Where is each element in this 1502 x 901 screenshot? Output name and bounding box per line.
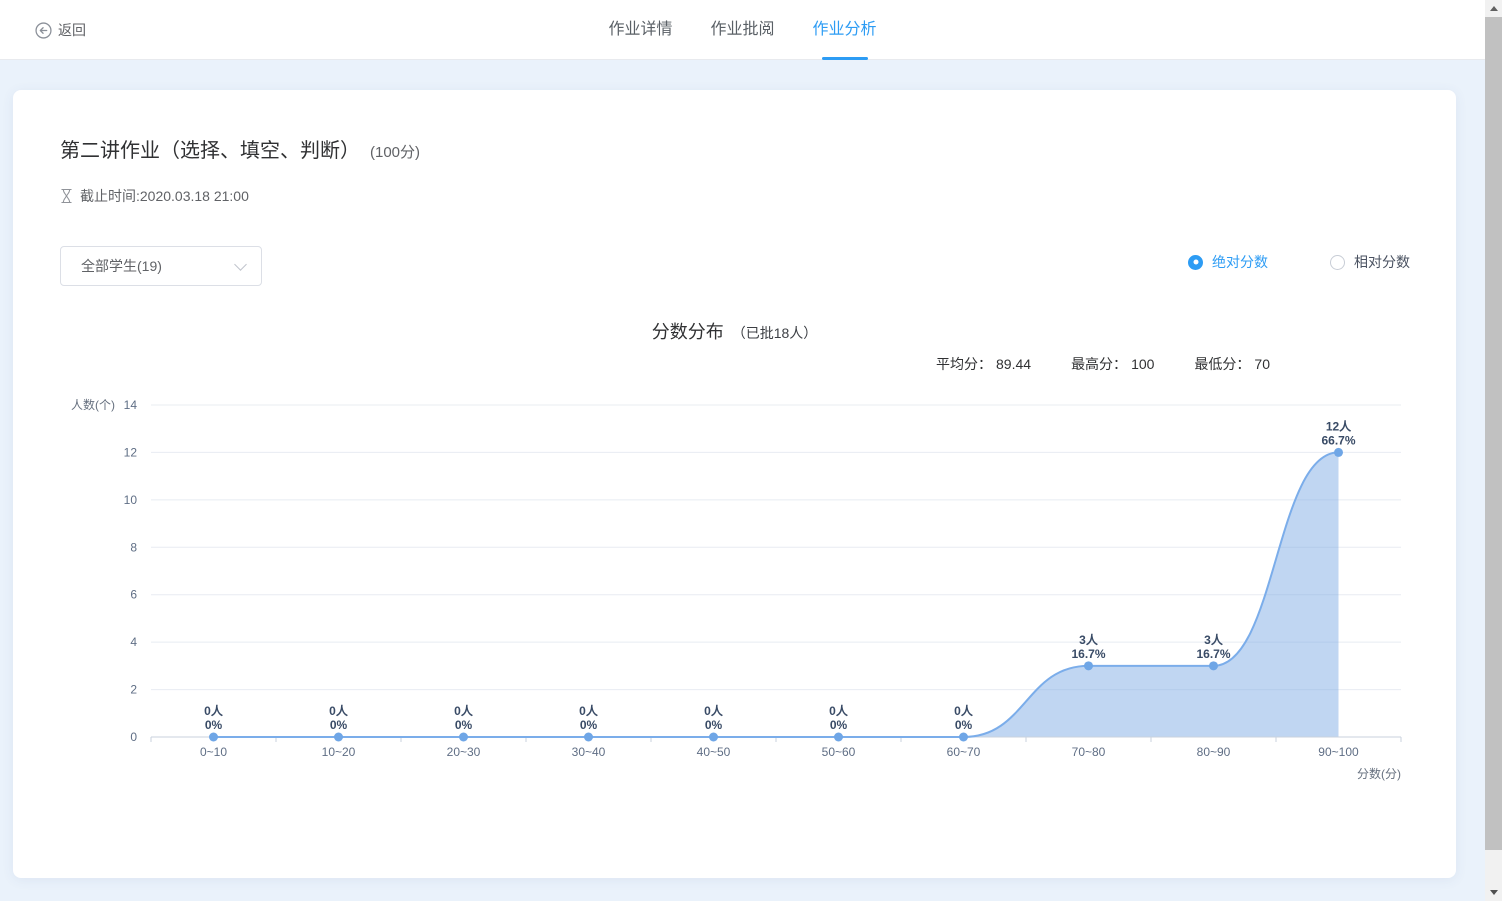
svg-text:0%: 0% [830,718,848,732]
chart-title-row: 分数分布 （已批18人） [13,318,1456,344]
svg-text:人数(个): 人数(个) [71,397,115,412]
svg-text:6: 6 [130,588,137,602]
scrollbar-thumb[interactable] [1485,17,1502,850]
svg-text:8: 8 [130,540,137,554]
deadline-row: 截止时间:2020.03.18 21:00 [60,186,249,206]
active-tab-underline [822,57,868,60]
svg-text:80~90: 80~90 [1197,745,1231,759]
svg-text:20~30: 20~30 [447,745,481,759]
svg-text:10~20: 10~20 [322,745,356,759]
radio-absolute-score[interactable]: 绝对分数 [1188,252,1268,272]
radio-unselected-icon [1330,255,1345,270]
svg-text:30~40: 30~40 [572,745,606,759]
stat-highest: 最高分：100 [1071,354,1154,374]
analysis-card: 第二讲作业（选择、填空、判断） (100分) 截止时间:2020.03.18 2… [13,90,1456,878]
svg-text:14: 14 [124,398,138,412]
radio-selected-icon [1188,255,1203,270]
chevron-down-icon [234,258,247,271]
svg-text:40~50: 40~50 [697,745,731,759]
stat-average: 平均分：89.44 [936,354,1031,374]
triangle-up-icon [1490,6,1498,11]
score-distribution-chart: 0 2 4 6 8 10 12 14 0~10 10~20 20~30 30~40 40~50 50~60… [41,390,1433,790]
svg-text:4: 4 [130,635,137,649]
chart-title: 分数分布 [652,322,724,342]
triangle-down-icon [1490,890,1498,895]
svg-text:0%: 0% [455,718,473,732]
svg-text:66.7%: 66.7% [1321,433,1355,447]
svg-text:60~70: 60~70 [947,745,981,759]
svg-text:12: 12 [124,445,138,459]
svg-text:2: 2 [130,683,137,697]
svg-text:0人: 0人 [454,703,474,718]
scrollbar-up-arrow[interactable] [1485,0,1502,17]
deadline-text: 截止时间:2020.03.18 21:00 [80,186,249,206]
svg-text:50~60: 50~60 [822,745,856,759]
svg-text:0%: 0% [205,718,223,732]
scrollbar-down-arrow[interactable] [1485,884,1502,901]
svg-text:0%: 0% [955,718,973,732]
svg-text:0%: 0% [580,718,598,732]
radio-relative-score[interactable]: 相对分数 [1330,252,1410,272]
svg-text:12人: 12人 [1326,418,1352,433]
svg-text:0人: 0人 [954,703,974,718]
svg-text:0人: 0人 [704,703,724,718]
svg-text:70~80: 70~80 [1072,745,1106,759]
nav-tabs: 作业详情 作业批阅 作业分析 [0,0,1485,60]
tab-homework-analysis[interactable]: 作业分析 [813,0,877,60]
stat-lowest: 最低分：70 [1194,354,1270,374]
student-filter-value: 全部学生(19) [61,256,236,276]
tab-homework-review[interactable]: 作业批阅 [710,0,774,60]
svg-text:0人: 0人 [329,703,349,718]
hourglass-icon [60,188,73,204]
svg-text:3人: 3人 [1079,632,1099,647]
assignment-total-score: (100分) [370,141,420,162]
svg-text:分数(分): 分数(分) [1357,766,1401,781]
score-stats-row: 平均分：89.44 最高分：100 最低分：70 [936,354,1270,374]
svg-text:0~10: 0~10 [200,745,227,759]
score-mode-radio-group: 绝对分数 相对分数 [1188,252,1410,272]
svg-text:0: 0 [130,730,137,744]
assignment-title-text: 第二讲作业（选择、填空、判断） [60,134,360,163]
student-filter-select[interactable]: 全部学生(19) [60,246,262,286]
svg-text:0人: 0人 [204,703,224,718]
svg-text:3人: 3人 [1204,632,1224,647]
svg-text:0人: 0人 [829,703,849,718]
svg-text:0%: 0% [330,718,348,732]
tab-homework-detail[interactable]: 作业详情 [608,0,672,60]
svg-text:90~100: 90~100 [1318,745,1359,759]
svg-text:10: 10 [124,493,138,507]
svg-text:16.7%: 16.7% [1196,647,1230,661]
svg-text:0人: 0人 [579,703,599,718]
page-scrollbar[interactable] [1485,0,1502,901]
svg-text:16.7%: 16.7% [1071,647,1105,661]
assignment-title: 第二讲作业（选择、填空、判断） (100分) [60,134,420,163]
chart-subtitle: （已批18人） [732,325,818,341]
top-navbar: 返回 作业详情 作业批阅 作业分析 [0,0,1485,60]
svg-text:0%: 0% [705,718,723,732]
